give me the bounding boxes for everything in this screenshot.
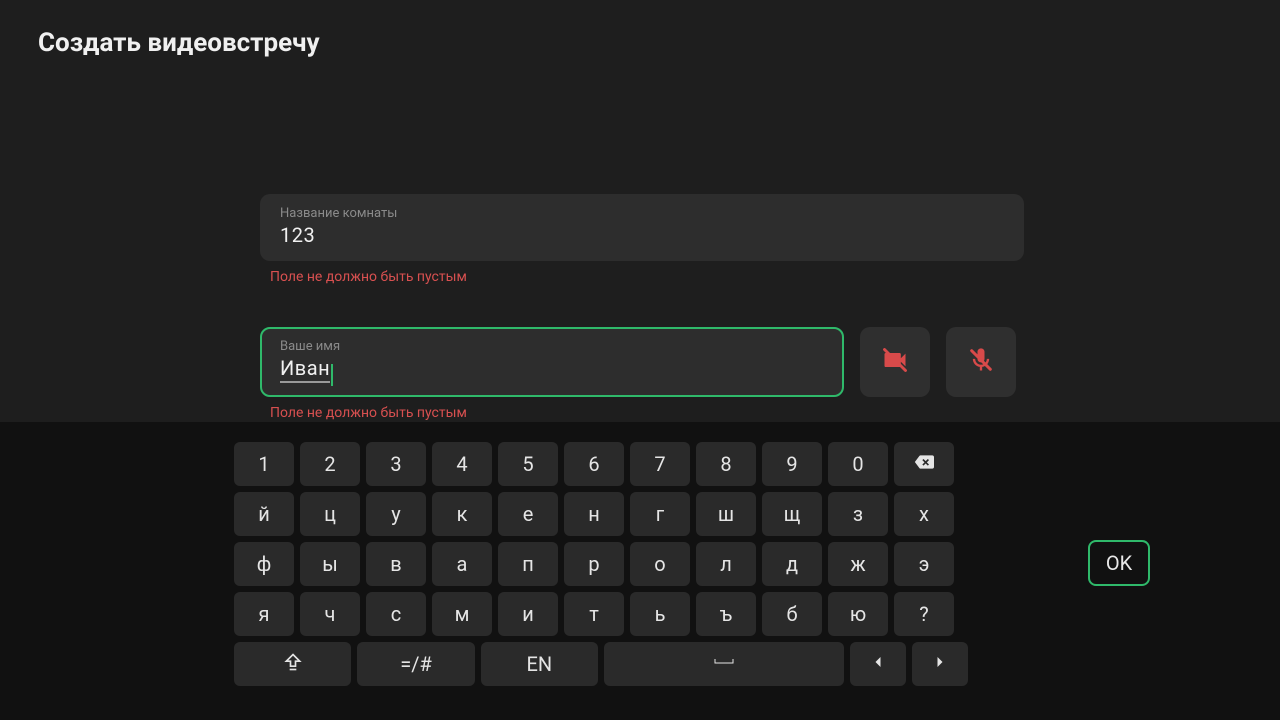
room-name-error: Поле не должно быть пустым [270,269,1030,285]
create-meeting-form: Название комнаты 123 Поле не должно быть… [260,194,1030,421]
key-4[interactable]: 4 [432,442,492,486]
key-letter[interactable]: м [432,592,492,636]
key-letter[interactable]: ю [828,592,888,636]
key-letter[interactable]: ч [300,592,360,636]
space-icon [714,652,734,677]
key-backspace[interactable] [894,442,954,486]
key-letter[interactable]: ы [300,542,360,586]
room-name-label: Название комнаты [280,206,1004,221]
text-caret [331,364,333,386]
key-letter[interactable]: х [894,492,954,536]
key-letter[interactable]: г [630,492,690,536]
key-0[interactable]: 0 [828,442,888,486]
key-letter[interactable]: ъ [696,592,756,636]
key-language[interactable]: EN [481,642,598,686]
key-7[interactable]: 7 [630,442,690,486]
key-letter[interactable]: э [894,542,954,586]
keyboard-ok-button[interactable]: OK [1088,540,1150,586]
key-arrow-right[interactable] [912,642,968,686]
key-space[interactable] [604,642,844,686]
key-letter[interactable]: ф [234,542,294,586]
keyboard-row-5: =/# EN [234,642,968,686]
key-6[interactable]: 6 [564,442,624,486]
room-name-value: 123 [280,223,315,247]
key-letter[interactable]: ш [696,492,756,536]
key-8[interactable]: 8 [696,442,756,486]
key-letter[interactable]: б [762,592,822,636]
user-name-label: Ваше имя [280,339,824,354]
key-letter[interactable]: й [234,492,294,536]
arrow-right-icon [930,652,950,677]
key-letter[interactable]: с [366,592,426,636]
key-letter[interactable]: к [432,492,492,536]
key-letter[interactable]: е [498,492,558,536]
key-5[interactable]: 5 [498,442,558,486]
camera-off-icon [881,346,909,378]
arrow-left-icon [868,652,888,677]
key-letter[interactable]: у [366,492,426,536]
user-name-value: Иван [280,356,330,383]
key-letter[interactable]: ж [828,542,888,586]
room-name-field[interactable]: Название комнаты 123 [260,194,1024,261]
key-letter[interactable]: щ [762,492,822,536]
key-letter[interactable]: з [828,492,888,536]
key-arrow-left[interactable] [850,642,906,686]
keyboard-row-4: я ч с м и т ь ъ б ю ? [234,592,968,636]
key-letter[interactable]: о [630,542,690,586]
key-letter[interactable]: а [432,542,492,586]
key-letter[interactable]: и [498,592,558,636]
key-1[interactable]: 1 [234,442,294,486]
key-letter[interactable]: в [366,542,426,586]
mic-off-icon [967,346,995,378]
onscreen-keyboard: 1 2 3 4 5 6 7 8 9 0 й ц у к е н г ш щ [0,422,1280,720]
key-letter[interactable]: ь [630,592,690,636]
camera-toggle-button[interactable] [860,327,930,397]
user-name-field[interactable]: Ваше имя Иван [260,327,844,397]
keyboard-row-3: ф ы в а п р о л д ж э [234,542,968,586]
user-name-error: Поле не должно быть пустым [270,405,844,421]
key-letter[interactable]: п [498,542,558,586]
key-letter[interactable]: я [234,592,294,636]
key-question[interactable]: ? [894,592,954,636]
key-symbols[interactable]: =/# [357,642,474,686]
page-title: Создать видеовстречу [38,28,320,58]
key-2[interactable]: 2 [300,442,360,486]
key-shift[interactable] [234,642,351,686]
key-3[interactable]: 3 [366,442,426,486]
shift-icon [283,652,303,677]
keyboard-row-1: 1 2 3 4 5 6 7 8 9 0 [234,442,968,486]
keyboard-row-2: й ц у к е н г ш щ з х [234,492,968,536]
key-letter[interactable]: н [564,492,624,536]
key-letter[interactable]: т [564,592,624,636]
key-letter[interactable]: р [564,542,624,586]
key-letter[interactable]: д [762,542,822,586]
backspace-icon [914,452,934,477]
key-letter[interactable]: л [696,542,756,586]
key-letter[interactable]: ц [300,492,360,536]
key-9[interactable]: 9 [762,442,822,486]
mic-toggle-button[interactable] [946,327,1016,397]
